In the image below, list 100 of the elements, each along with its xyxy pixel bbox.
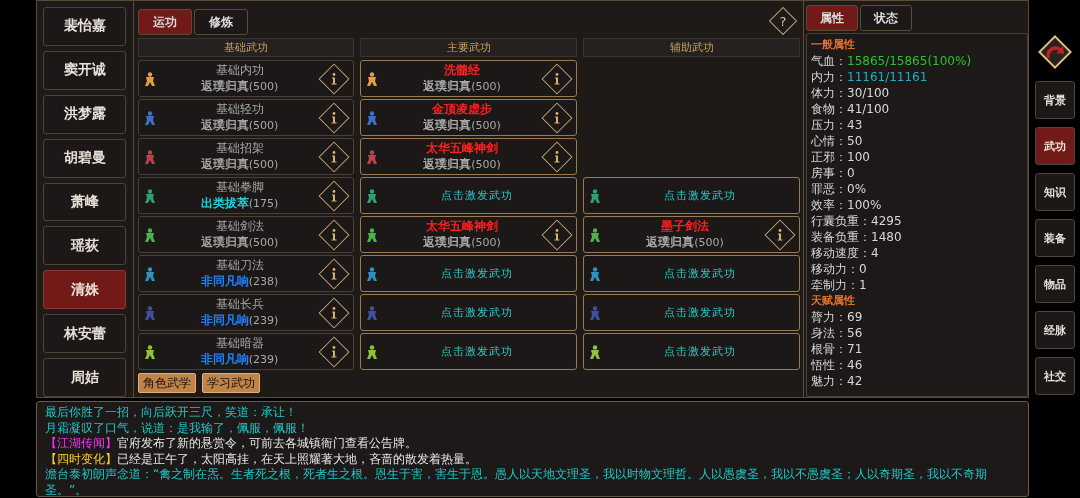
rank-text: 返璞归真(500): [423, 117, 501, 134]
skill-slot[interactable]: 墨子剑法 返璞归真(500): [583, 216, 800, 253]
stat-line: 牵制力：1: [811, 277, 868, 293]
activate-prompt: 点击激发武功: [440, 344, 514, 359]
stat-line: 食物：41/100: [811, 101, 891, 117]
skill-slot[interactable]: 点击激发武功: [583, 333, 800, 370]
stat-line: 房事：0: [811, 165, 856, 181]
skill-name: 基础暗器: [215, 335, 264, 351]
nav-button[interactable]: 社交: [1034, 357, 1075, 395]
stat-line: 压力：43: [811, 117, 864, 133]
activate-prompt: 点击激发武功: [663, 188, 737, 203]
skill-slot[interactable]: 洗髓经 返璞归真(500): [360, 60, 577, 97]
rank-text: 返璞归真(500): [646, 234, 724, 251]
tab[interactable]: 状态: [860, 5, 912, 31]
rank-text: 返璞归真(500): [200, 117, 279, 134]
character-button[interactable]: 萧峰: [43, 182, 126, 222]
skill-slot[interactable]: 点击激发武功: [583, 255, 800, 292]
column-header: 辅助武功: [583, 38, 800, 57]
skill-slot[interactable]: 点击激发武功: [583, 177, 800, 214]
activate-prompt: 点击激发武功: [440, 266, 514, 281]
nav-button[interactable]: 知识: [1034, 173, 1075, 211]
action-button[interactable]: 学习武功: [202, 373, 260, 393]
stat-line: 气血：15865/15865(100%): [811, 53, 973, 69]
tab[interactable]: 属性: [806, 5, 858, 31]
skill-slot[interactable]: 基础长兵 非同凡响(239): [138, 294, 354, 331]
skill-name: 太华五峰神剑: [426, 140, 498, 156]
nav-button[interactable]: 武功: [1034, 127, 1075, 165]
character-button[interactable]: 瑶荻: [43, 226, 126, 266]
rank-text: 返璞归真(500): [423, 156, 501, 173]
skill-slot[interactable]: 基础轻功 返璞归真(500): [138, 99, 354, 136]
stat-line: 移动速度：4: [811, 245, 880, 261]
skill-slot[interactable]: 基础拳脚 出类拔萃(175): [138, 177, 354, 214]
skill-name: 基础内功: [215, 62, 264, 78]
skill-slot[interactable]: 点击激发武功: [360, 333, 577, 370]
section-title: 一般属性: [811, 37, 856, 53]
character-button[interactable]: 胡碧曼: [43, 138, 126, 178]
skill-slot[interactable]: 太华五峰神剑 返璞归真(500): [360, 138, 577, 175]
stat-line: 膂力：69: [811, 309, 864, 325]
stat-line: 根骨：71: [811, 341, 864, 357]
activate-prompt: 点击激发武功: [663, 305, 737, 320]
nav-button[interactable]: 经脉: [1034, 311, 1075, 349]
stat-line: 魅力：42: [811, 373, 864, 389]
nav-button[interactable]: 背景: [1034, 81, 1075, 119]
stat-line: 行囊负重：4295: [811, 213, 903, 229]
stat-line: 正邪：100: [811, 149, 871, 165]
stat-line: 悟性：46: [811, 357, 864, 373]
stat-line: 装备负重：1480: [811, 229, 903, 245]
skill-name: 基础刀法: [215, 257, 264, 273]
skill-slot[interactable]: 太华五峰神剑 返璞归真(500): [360, 216, 577, 253]
activate-prompt: 点击激发武功: [440, 188, 514, 203]
stat-line: 效率：100%: [811, 197, 883, 213]
stat-line: 身法：56: [811, 325, 864, 341]
character-button[interactable]: 裴怡嘉: [43, 7, 126, 46]
skill-name: 太华五峰神剑: [426, 218, 498, 234]
rank-text: 出类拔萃(175): [200, 195, 279, 212]
tab[interactable]: 修炼: [194, 9, 248, 35]
character-button[interactable]: 窦开诚: [43, 50, 126, 90]
character-button[interactable]: 洪梦露: [43, 94, 126, 134]
stat-line: 心情：50: [811, 133, 864, 149]
skill-slot[interactable]: 基础招架 返璞归真(500): [138, 138, 354, 175]
skill-slot[interactable]: 点击激发武功: [583, 294, 800, 331]
activate-prompt: 点击激发武功: [663, 266, 737, 281]
skill-name: 基础轻功: [215, 101, 264, 117]
skill-slot[interactable]: 点击激发武功: [360, 177, 577, 214]
log-line: 【江湖传闻】官府发布了新的悬赏令，可前去各城镇衙门查看公告牌。: [45, 436, 418, 452]
skill-name: 基础招架: [215, 140, 264, 156]
character-button[interactable]: 林安蕾: [43, 314, 126, 354]
nav-button[interactable]: 装备: [1034, 219, 1075, 257]
skill-slot[interactable]: 金顶凌虚步 返璞归真(500): [360, 99, 577, 136]
rank-text: 非同凡响(238): [200, 273, 279, 290]
skill-name: 基础长兵: [215, 296, 264, 312]
skill-slot[interactable]: 基础暗器 非同凡响(239): [138, 333, 354, 370]
skill-name: 洗髓经: [444, 62, 480, 78]
rank-text: 非同凡响(239): [200, 312, 279, 329]
skill-name: 墨子剑法: [661, 218, 709, 234]
log-line: 【四时变化】已经是正午了，太阳高挂，在天上照耀著大地，吝啬的散发着热量。: [45, 451, 478, 467]
stat-line: 内力：11161/11161: [811, 69, 929, 85]
rank-text: 返璞归真(500): [200, 78, 279, 95]
activate-prompt: 点击激发武功: [440, 305, 514, 320]
skill-slot[interactable]: 点击激发武功: [360, 255, 577, 292]
stat-line: 体力：30/100: [811, 85, 891, 101]
skill-slot[interactable]: 基础内功 返璞归真(500): [138, 60, 354, 97]
skill-name: 金顶凌虚步: [432, 101, 492, 117]
tab[interactable]: 运功: [138, 9, 192, 35]
character-button[interactable]: 清姝: [43, 270, 126, 310]
stat-line: 移动力：0: [811, 261, 868, 277]
rank-text: 非同凡响(239): [200, 351, 279, 368]
log-line: 月霜凝叹了口气，说道：是我输了，佩服，佩服！: [45, 420, 310, 436]
log-line: 澹台泰初朗声念道：“禽之制在炁。生者死之根，死者生之根。恩生于害，害生于恩。愚人以天地文理圣，我以时物文理哲。人以愚虞圣，我以不愚虞圣；人以奇期圣，我以不奇期圣。”。: [45, 467, 989, 496]
nav-button[interactable]: 物品: [1034, 265, 1075, 303]
action-button[interactable]: 角色武学: [138, 373, 196, 393]
skill-slot[interactable]: 基础刀法 非同凡响(238): [138, 255, 354, 292]
skill-name: 基础剑法: [215, 218, 264, 234]
character-button[interactable]: 周姞: [43, 358, 126, 397]
activate-prompt: 点击激发武功: [663, 344, 737, 359]
skill-slot[interactable]: 点击激发武功: [360, 294, 577, 331]
skill-slot[interactable]: 基础剑法 返璞归真(500): [138, 216, 354, 253]
skill-name: 基础拳脚: [215, 179, 264, 195]
column-header: 基础武功: [138, 38, 354, 57]
rank-text: 返璞归真(500): [200, 234, 279, 251]
